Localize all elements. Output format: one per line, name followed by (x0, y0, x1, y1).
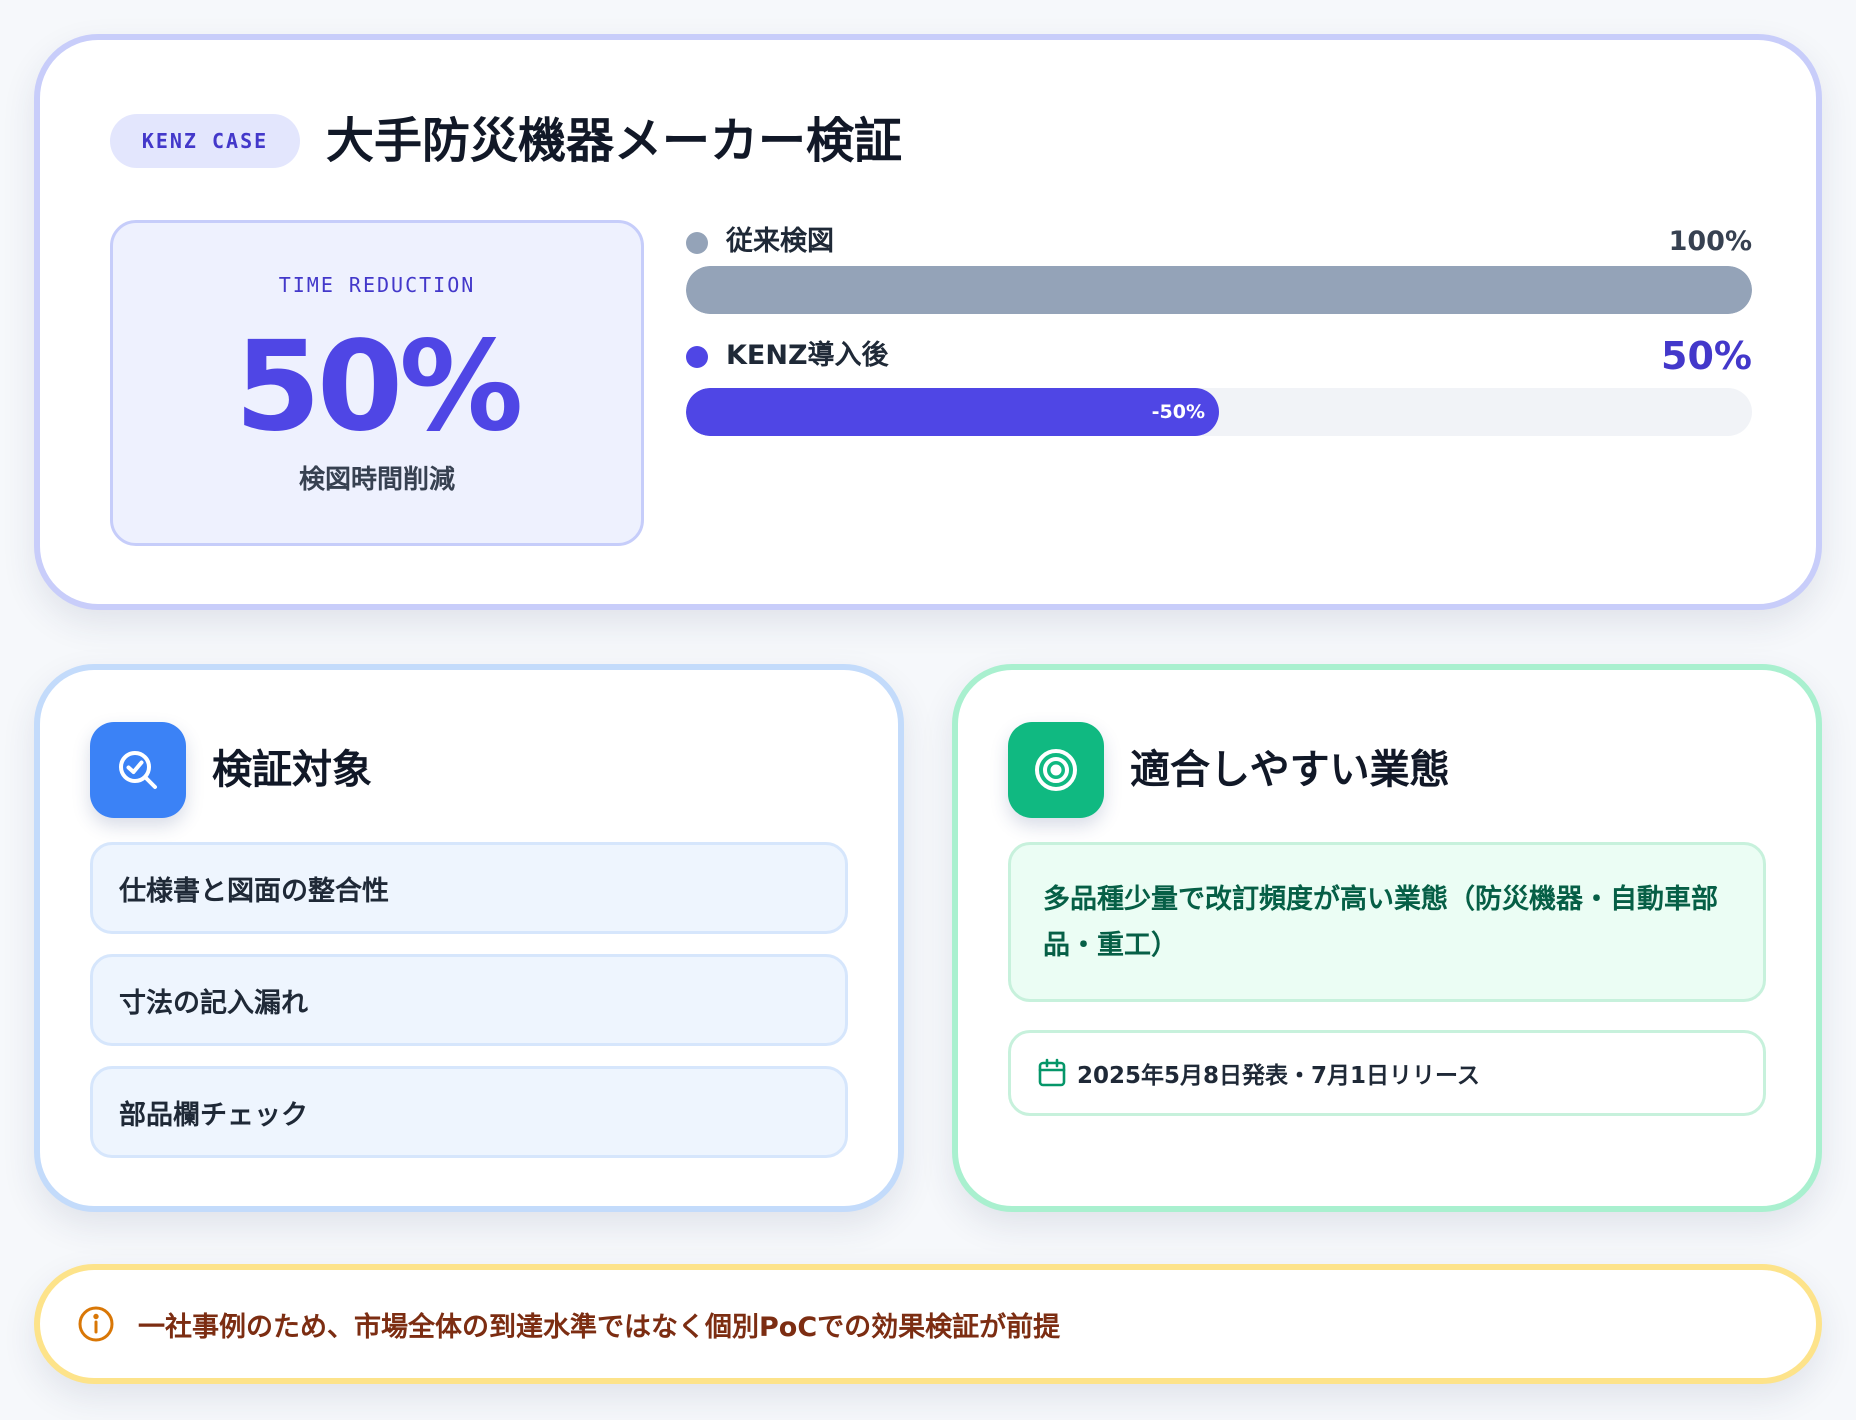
legend-dot (686, 346, 708, 368)
stat-value: 50% (234, 315, 524, 459)
bar-fill-label: -50% (1151, 401, 1205, 423)
bar-fill: -50% (686, 388, 1219, 436)
legend-dot (686, 232, 708, 254)
case-badge: KENZ CASE (110, 114, 300, 168)
suitable-business-card: 適合しやすい業態 多品種少量で改訂頻度が高い業態（防災機器・自動車部品・重工） … (952, 664, 1822, 1212)
comparison-bar-kenz: KENZ導入後 50% -50% (686, 334, 1752, 436)
verification-card: 検証対象 仕様書と図面の整合性 寸法の記入漏れ 部品欄チェック (34, 664, 904, 1212)
bar-percent: 100% (1668, 226, 1752, 257)
list-item: 部品欄チェック (90, 1066, 848, 1158)
bar-label: KENZ導入後 (726, 340, 889, 371)
stat-label: TIME REDUCTION (278, 273, 476, 297)
bar-label: 従来検図 (726, 226, 834, 257)
bar-fill (686, 266, 1752, 314)
target-icon (1008, 722, 1104, 818)
caveat-note: 一社事例のため、市場全体の到達水準ではなく個別PoCでの効果検証が前提 (34, 1264, 1822, 1384)
time-reduction-stat: TIME REDUCTION 50% 検図時間削減 (110, 220, 644, 546)
release-date-text: 2025年5月8日発表・7月1日リリース (1077, 1063, 1480, 1089)
page-title: 大手防災機器メーカー検証 (326, 113, 903, 169)
list-item: 仕様書と図面の整合性 (90, 842, 848, 934)
search-check-icon (90, 722, 186, 818)
bar-track (686, 266, 1752, 314)
stat-description: 検図時間削減 (298, 465, 455, 495)
note-text: 一社事例のため、市場全体の到達水準ではなく個別PoCでの効果検証が前提 (138, 1311, 1061, 1343)
comparison-bar-conventional: 従来検図 100% (686, 222, 1752, 314)
calendar-icon (1038, 1058, 1066, 1087)
section-title: 検証対象 (212, 747, 372, 793)
release-date: 2025年5月8日発表・7月1日リリース (1008, 1030, 1766, 1116)
list-item: 寸法の記入漏れ (90, 954, 848, 1046)
section-title: 適合しやすい業態 (1130, 747, 1450, 793)
fit-description: 多品種少量で改訂頻度が高い業態（防災機器・自動車部品・重工） (1008, 842, 1766, 1002)
bar-track: -50% (686, 388, 1752, 436)
info-icon (78, 1306, 114, 1342)
case-summary-card: KENZ CASE 大手防災機器メーカー検証 TIME REDUCTION 50… (34, 34, 1822, 610)
bar-percent: 50% (1661, 334, 1752, 378)
